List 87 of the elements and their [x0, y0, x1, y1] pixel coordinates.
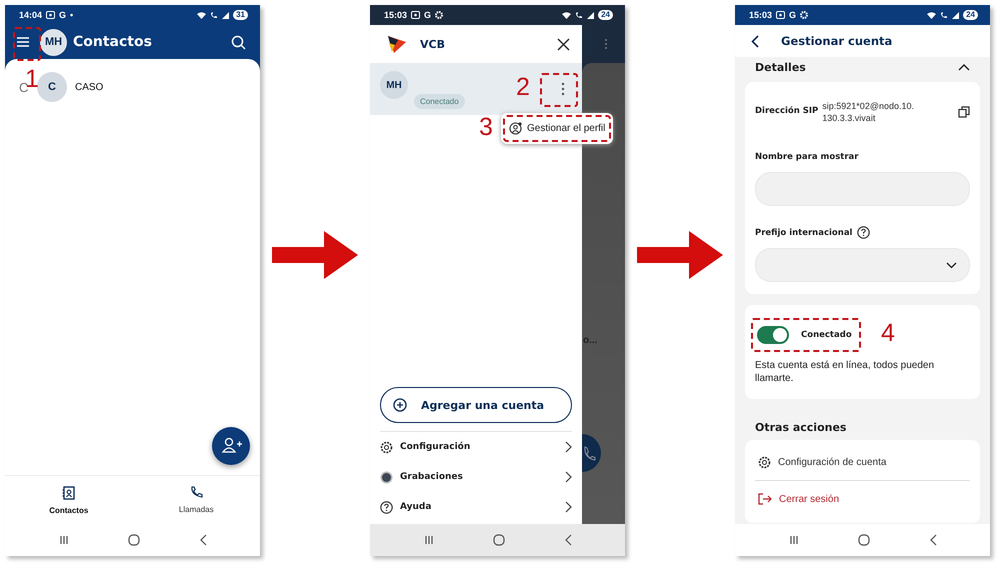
- status-switch[interactable]: [757, 326, 789, 344]
- screen-title: Contactos: [73, 34, 153, 50]
- menu-item[interactable]: Grabaciones: [380, 462, 572, 492]
- close-icon[interactable]: [557, 38, 570, 50]
- contact-avatar: C: [37, 72, 67, 102]
- chevron-right-icon: [565, 501, 572, 513]
- section-heading: Detalles: [755, 61, 806, 74]
- contact-name[interactable]: CASO: [75, 82, 104, 92]
- action-item[interactable]: Configuración de cuenta: [755, 448, 970, 476]
- user-settings-icon: [509, 122, 522, 135]
- gear-icon: [800, 11, 808, 19]
- step-number: 2: [516, 73, 530, 101]
- back-icon[interactable]: [198, 534, 206, 546]
- highlight-frame: [13, 27, 41, 61]
- sip-address: sip:5921*02@nodo.10.130.3.3.vivait: [822, 100, 915, 124]
- help-icon[interactable]: [857, 226, 870, 239]
- back-icon[interactable]: [564, 534, 572, 546]
- screenshot-icon: [776, 11, 786, 19]
- battery-level: 24: [963, 10, 978, 20]
- step-number: 3: [479, 113, 493, 141]
- screenshot-icon: [411, 11, 420, 19]
- switch-label: Conectado: [801, 330, 852, 340]
- screenshot-icon: [46, 11, 56, 19]
- logout-icon: [758, 493, 772, 505]
- status-letter: G: [424, 10, 432, 20]
- call-icon: [210, 12, 218, 18]
- search-icon[interactable]: [231, 34, 246, 50]
- help-icon: [380, 500, 393, 514]
- highlight-frame: [540, 73, 578, 107]
- chevron-right-icon: [565, 441, 572, 453]
- status-letter: G: [789, 10, 796, 20]
- settings-icon: [758, 456, 771, 468]
- user-avatar[interactable]: MH: [40, 28, 67, 56]
- add-account-button[interactable]: Agregar una cuenta: [380, 387, 572, 423]
- gear-icon: [435, 11, 444, 19]
- menu-icon[interactable]: [16, 36, 30, 48]
- step-number: 4: [881, 319, 895, 347]
- field-label: Prefijo internacional: [755, 228, 852, 238]
- wifi-icon: [562, 12, 572, 18]
- call-icon: [940, 12, 948, 18]
- settings-icon: [380, 440, 393, 454]
- signal-icon: [587, 12, 594, 18]
- chevron-right-icon: [565, 471, 572, 483]
- back-icon[interactable]: [928, 534, 936, 546]
- record-icon: [380, 470, 393, 484]
- action-item[interactable]: Cerrar sesión: [755, 485, 970, 513]
- phone-icon: [190, 486, 203, 499]
- chevron-down-icon: [946, 262, 957, 268]
- collapse-icon[interactable]: [958, 64, 970, 71]
- wifi-icon: [197, 12, 206, 18]
- status-time: 15:03: [749, 10, 772, 20]
- battery-level: 24: [598, 10, 613, 20]
- menu-item[interactable]: Ayuda: [380, 492, 572, 522]
- status-dot: •: [70, 10, 74, 20]
- manage-profile-option[interactable]: Gestionar el perfil: [503, 115, 612, 142]
- section-heading: Otras acciones: [755, 421, 848, 434]
- more-options-icon[interactable]: [561, 82, 565, 96]
- home-icon[interactable]: [492, 534, 504, 546]
- nav-tab[interactable]: Llamadas: [132, 476, 260, 524]
- menu-item[interactable]: Configuración: [380, 432, 572, 462]
- call-icon: [575, 12, 584, 18]
- field-label: Nombre para mostrar: [755, 152, 860, 162]
- signal-icon: [222, 12, 230, 18]
- brand-name: VCB: [420, 38, 446, 50]
- recent-apps-icon[interactable]: [424, 535, 434, 545]
- battery-level: 31: [233, 10, 248, 20]
- wifi-icon: [927, 12, 936, 18]
- status-description: Esta cuenta está en línea, todos pueden llamarte.: [755, 359, 936, 385]
- nav-tab[interactable]: Contactos: [5, 476, 132, 524]
- address-book-icon: [62, 486, 76, 500]
- add-contact-button[interactable]: [212, 427, 250, 465]
- status-letter: G: [59, 10, 66, 20]
- field-label: Dirección SIP: [755, 106, 818, 116]
- signal-icon: [952, 12, 960, 18]
- screen-title: Gestionar cuenta: [781, 34, 892, 48]
- user-avatar: MH: [380, 71, 408, 99]
- status-badge: Conectado: [414, 94, 465, 108]
- plus-circle-icon: [393, 398, 407, 412]
- recent-apps-icon[interactable]: [788, 535, 798, 545]
- home-icon[interactable]: [858, 534, 870, 546]
- home-icon[interactable]: [128, 534, 140, 546]
- logo-icon: [386, 34, 408, 54]
- status-time: 15:03: [384, 10, 408, 20]
- status-time: 14:04: [19, 10, 42, 20]
- recent-apps-icon[interactable]: [58, 535, 68, 545]
- copy-icon[interactable]: [958, 106, 970, 118]
- more-options-icon: [604, 38, 608, 50]
